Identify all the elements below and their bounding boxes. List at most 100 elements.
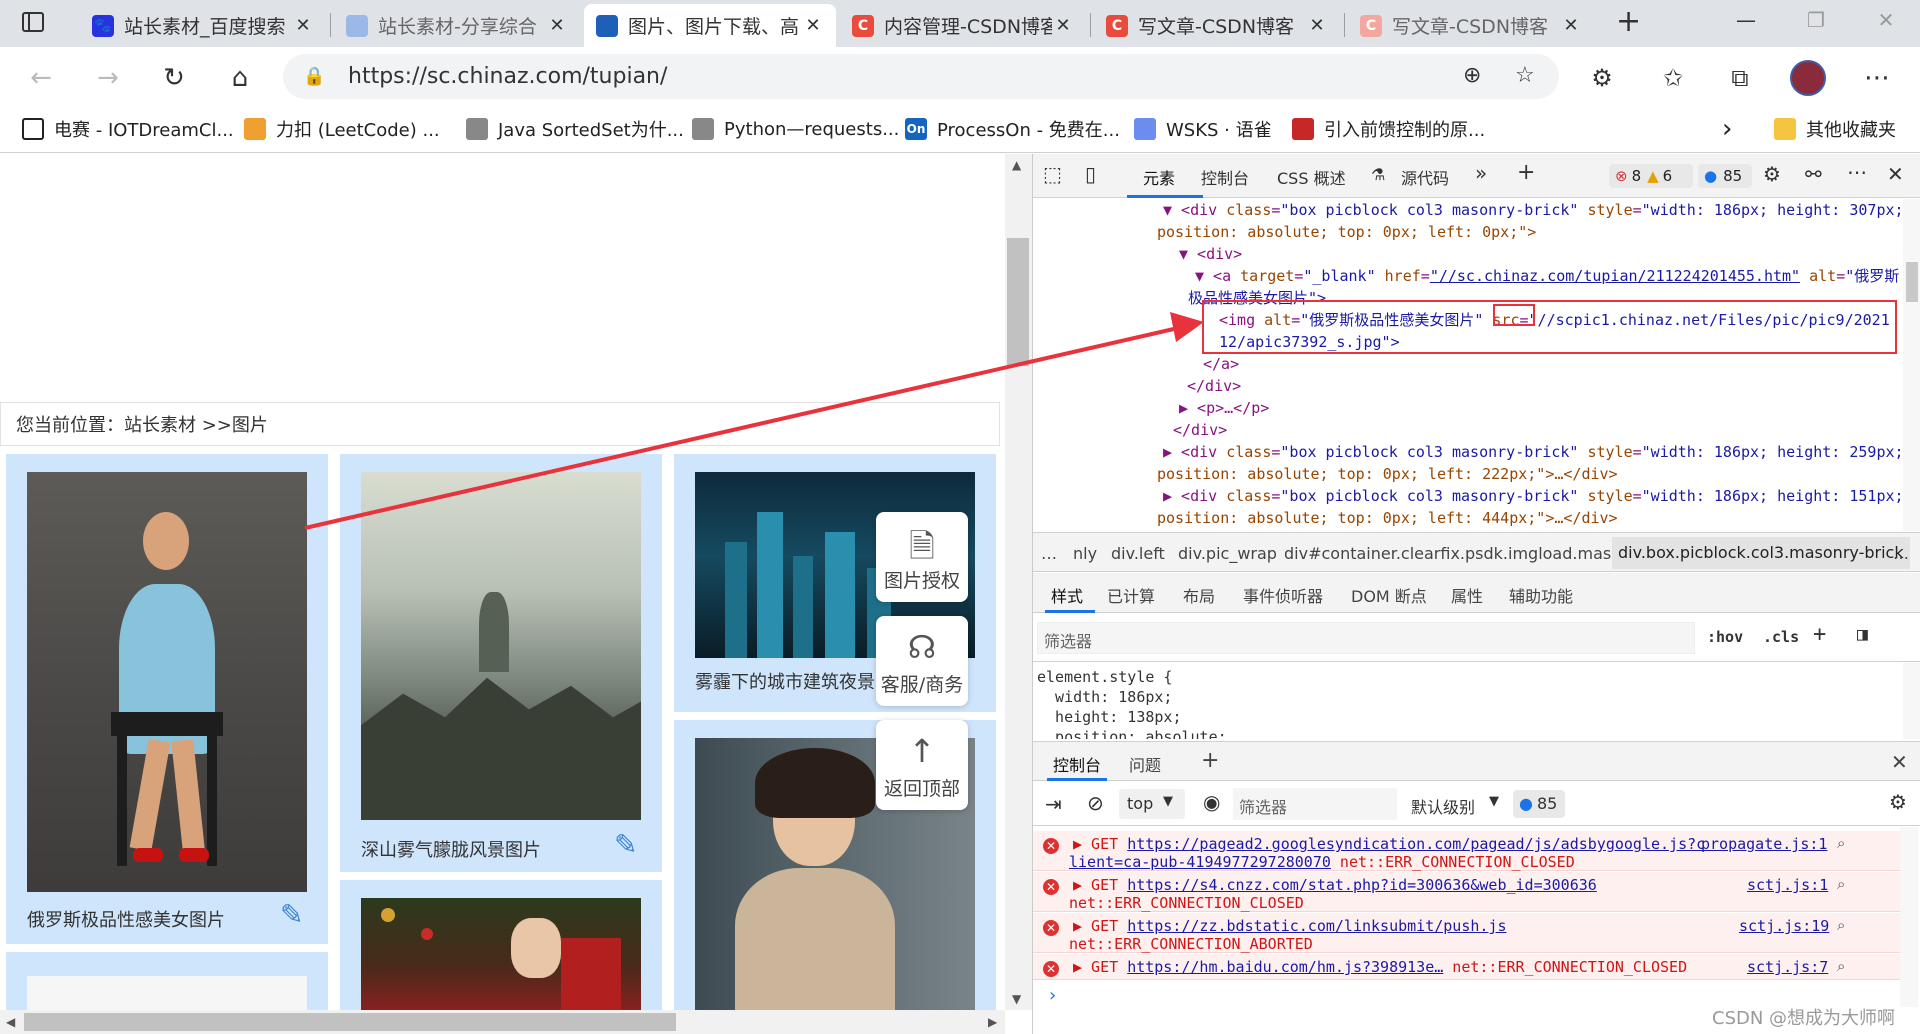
style-declaration[interactable]: height: 138px; — [1037, 707, 1181, 727]
close-tab-icon[interactable]: ✕ — [1052, 15, 1074, 36]
add-tab-icon[interactable]: + — [1517, 160, 1535, 185]
connection-icon[interactable]: ⚯ — [1805, 162, 1822, 186]
refresh-button[interactable]: ↻ — [157, 61, 191, 95]
console-prompt[interactable]: › — [1047, 985, 1058, 1006]
tab-elements[interactable]: 元素 — [1143, 165, 1175, 189]
back-to-top-button[interactable]: ↑ 返回顶部 — [876, 720, 968, 810]
more-tabs-icon[interactable]: » — [1475, 161, 1487, 185]
console-error-entry[interactable]: ✕ ▶ GET https://pagead2.googlesyndicatio… — [1033, 831, 1901, 871]
crumb-item[interactable]: div.pic_wrap — [1178, 544, 1277, 563]
dom-scrollbar[interactable] — [1903, 199, 1920, 531]
console-error-entry[interactable]: ✕ ▶ GET https://hm.baidu.com/hm.js?39891… — [1033, 954, 1901, 980]
tab-layout[interactable]: 布局 — [1183, 583, 1215, 607]
minimize-button[interactable]: — — [1726, 8, 1766, 38]
error-source-link[interactable]: propagate.js:1 — [1701, 835, 1827, 853]
console-output[interactable]: ✕ ▶ GET https://pagead2.googlesyndicatio… — [1033, 827, 1901, 1034]
image-card[interactable] — [340, 880, 662, 1010]
dom-node[interactable]: position: absolute; top: 0px; left: 0px;… — [1157, 221, 1536, 243]
dom-node[interactable]: ▼ <div> — [1179, 243, 1242, 265]
tab-csdn-write[interactable]: C 写文章-CSDN博客 ✕ — [1094, 4, 1340, 47]
style-declaration[interactable]: position: absolute; — [1037, 727, 1227, 739]
crumb-overflow[interactable]: … — [1893, 544, 1909, 563]
page-horizontal-scroll-thumb[interactable] — [24, 1013, 676, 1031]
device-toolbar-icon[interactable]: ▯ — [1085, 162, 1096, 186]
dom-scroll-thumb[interactable] — [1906, 262, 1918, 302]
context-selector[interactable]: top ▼ — [1119, 789, 1185, 819]
page-vertical-scroll-thumb[interactable] — [1007, 238, 1029, 366]
address-bar[interactable]: 🔒 https://sc.chinaz.com/tupian/ ⊕ ☆ — [283, 54, 1559, 99]
tab-properties[interactable]: 属性 — [1451, 583, 1483, 607]
crumb-item[interactable]: div#container.clearfix.psdk.imgload.maso… — [1284, 544, 1647, 563]
bookmark-item[interactable]: WSKS · 语雀 — [1134, 114, 1272, 144]
close-tab-icon[interactable]: ✕ — [546, 15, 568, 36]
dom-node[interactable]: ▼ <div class="box picblock col3 masonry-… — [1163, 199, 1903, 221]
crumb-item-active[interactable]: div.box.picblock.col3.masonry-brick — [1612, 537, 1910, 569]
scroll-right-arrow-icon[interactable]: ▶ — [988, 1015, 997, 1029]
bookmark-item[interactable]: Python—requests... — [692, 114, 899, 144]
tab-computed[interactable]: 已计算 — [1107, 583, 1155, 607]
forward-button[interactable]: → — [91, 61, 125, 95]
tab-actions-icon[interactable] — [22, 12, 44, 32]
tab-accessibility[interactable]: 辅助功能 — [1509, 583, 1573, 607]
other-favorites[interactable]: 其他收藏夹 — [1774, 114, 1896, 144]
card-image[interactable] — [27, 976, 307, 1010]
scroll-left-arrow-icon[interactable]: ◀ — [6, 1015, 15, 1029]
new-tab-button[interactable]: + — [1616, 4, 1641, 39]
restore-button[interactable]: ❐ — [1796, 8, 1836, 38]
close-tab-icon[interactable]: ✕ — [802, 15, 824, 36]
console-error-entry[interactable]: ✕ ▶ GET https://s4.cnzz.com/stat.php?id=… — [1033, 872, 1901, 912]
card-caption[interactable]: 深山雾气朦胧风景图片 — [361, 836, 541, 862]
tab-csdn-write-2[interactable]: C 写文章-CSDN博客 ✕ — [1348, 4, 1594, 47]
show-sidebar-icon[interactable]: ⇥ — [1045, 792, 1062, 816]
dom-node[interactable]: position: absolute; top: 0px; left: 444p… — [1157, 507, 1618, 529]
search-icon[interactable]: ⌕ — [1837, 957, 1845, 975]
card-image[interactable] — [361, 472, 641, 820]
drawer-tab-console[interactable]: 控制台 — [1053, 752, 1101, 776]
new-rule-icon[interactable]: + — [1813, 622, 1826, 647]
card-image[interactable] — [361, 898, 641, 1010]
style-rules[interactable]: element.style { width: 186px; height: 13… — [1033, 663, 1903, 739]
tab-console[interactable]: 控制台 — [1201, 165, 1249, 189]
profile-avatar[interactable] — [1790, 60, 1826, 96]
dom-node[interactable]: </a> — [1203, 353, 1239, 375]
bookmarks-overflow-button[interactable]: › — [1722, 114, 1732, 144]
style-rule-selector[interactable]: element.style { — [1037, 667, 1172, 687]
devtools-more-icon[interactable]: ⋯ — [1847, 160, 1867, 184]
favorites-icon[interactable]: ✩ — [1656, 61, 1690, 95]
info-count-badge[interactable]: ● 85 — [1698, 164, 1752, 188]
image-card[interactable] — [6, 952, 328, 1010]
drawer-tab-issues[interactable]: 问题 — [1129, 752, 1161, 776]
dom-node[interactable]: ▶ <div class="box picblock col3 masonry-… — [1163, 485, 1903, 507]
dom-node[interactable]: ▼ <a target="_blank" href="//sc.chinaz.c… — [1195, 265, 1899, 287]
bookmark-item[interactable]: 电赛 - IOTDreamCl... — [22, 114, 234, 144]
console-error-entry[interactable]: ✕ ▶ GET https://zz.bdstatic.com/linksubm… — [1033, 913, 1901, 953]
search-icon[interactable]: ⌕ — [1837, 916, 1845, 934]
tab-chinaz-home[interactable]: 站长素材-分享综合 ✕ — [334, 4, 580, 47]
search-icon[interactable]: ⌕ — [1837, 834, 1845, 852]
console-settings-icon[interactable]: ⚙ — [1889, 790, 1907, 814]
error-source-link[interactable]: sctj.js:7 — [1747, 958, 1828, 976]
bookmark-item[interactable]: Java SortedSet为什... — [466, 114, 684, 144]
image-card[interactable]: 俄罗斯极品性感美女图片 ✎ — [6, 454, 328, 944]
bookmark-item[interactable]: 引入前馈控制的原... — [1292, 114, 1485, 144]
tab-css-overview[interactable]: CSS 概述 — [1277, 165, 1346, 189]
extensions-icon[interactable]: ⚙ — [1585, 61, 1619, 95]
image-license-button[interactable]: 🗎 图片授权 — [876, 512, 968, 602]
tab-styles[interactable]: 样式 — [1051, 583, 1083, 607]
more-menu-icon[interactable]: ⋯ — [1860, 61, 1894, 95]
edit-pencil-icon[interactable]: ✎ — [614, 828, 637, 861]
dom-node[interactable]: ▶ <p>…</p> — [1179, 397, 1269, 419]
console-message-count[interactable]: ● 85 — [1513, 790, 1565, 818]
crumb-item[interactable]: nly — [1073, 544, 1097, 563]
dom-node[interactable]: ▶ <div class="box picblock col3 masonry-… — [1163, 441, 1903, 463]
console-filter-input[interactable]: 筛选器 — [1233, 788, 1397, 820]
home-button[interactable]: ⌂ — [223, 61, 257, 95]
live-expression-eye-icon[interactable]: ◉ — [1203, 790, 1220, 814]
scroll-up-arrow-icon[interactable]: ▲ — [1012, 158, 1021, 172]
tab-baidu-search[interactable]: 🐾 站长素材_百度搜索 ✕ — [80, 4, 326, 47]
error-source-link[interactable]: sctj.js:19 — [1739, 917, 1829, 935]
tab-dom-breakpoints[interactable]: DOM 断点 — [1351, 583, 1427, 607]
bookmark-item[interactable]: On ProcessOn - 免费在... — [905, 114, 1120, 144]
styles-scrollbar[interactable] — [1903, 663, 1920, 739]
close-tab-icon[interactable]: ✕ — [1306, 15, 1328, 36]
